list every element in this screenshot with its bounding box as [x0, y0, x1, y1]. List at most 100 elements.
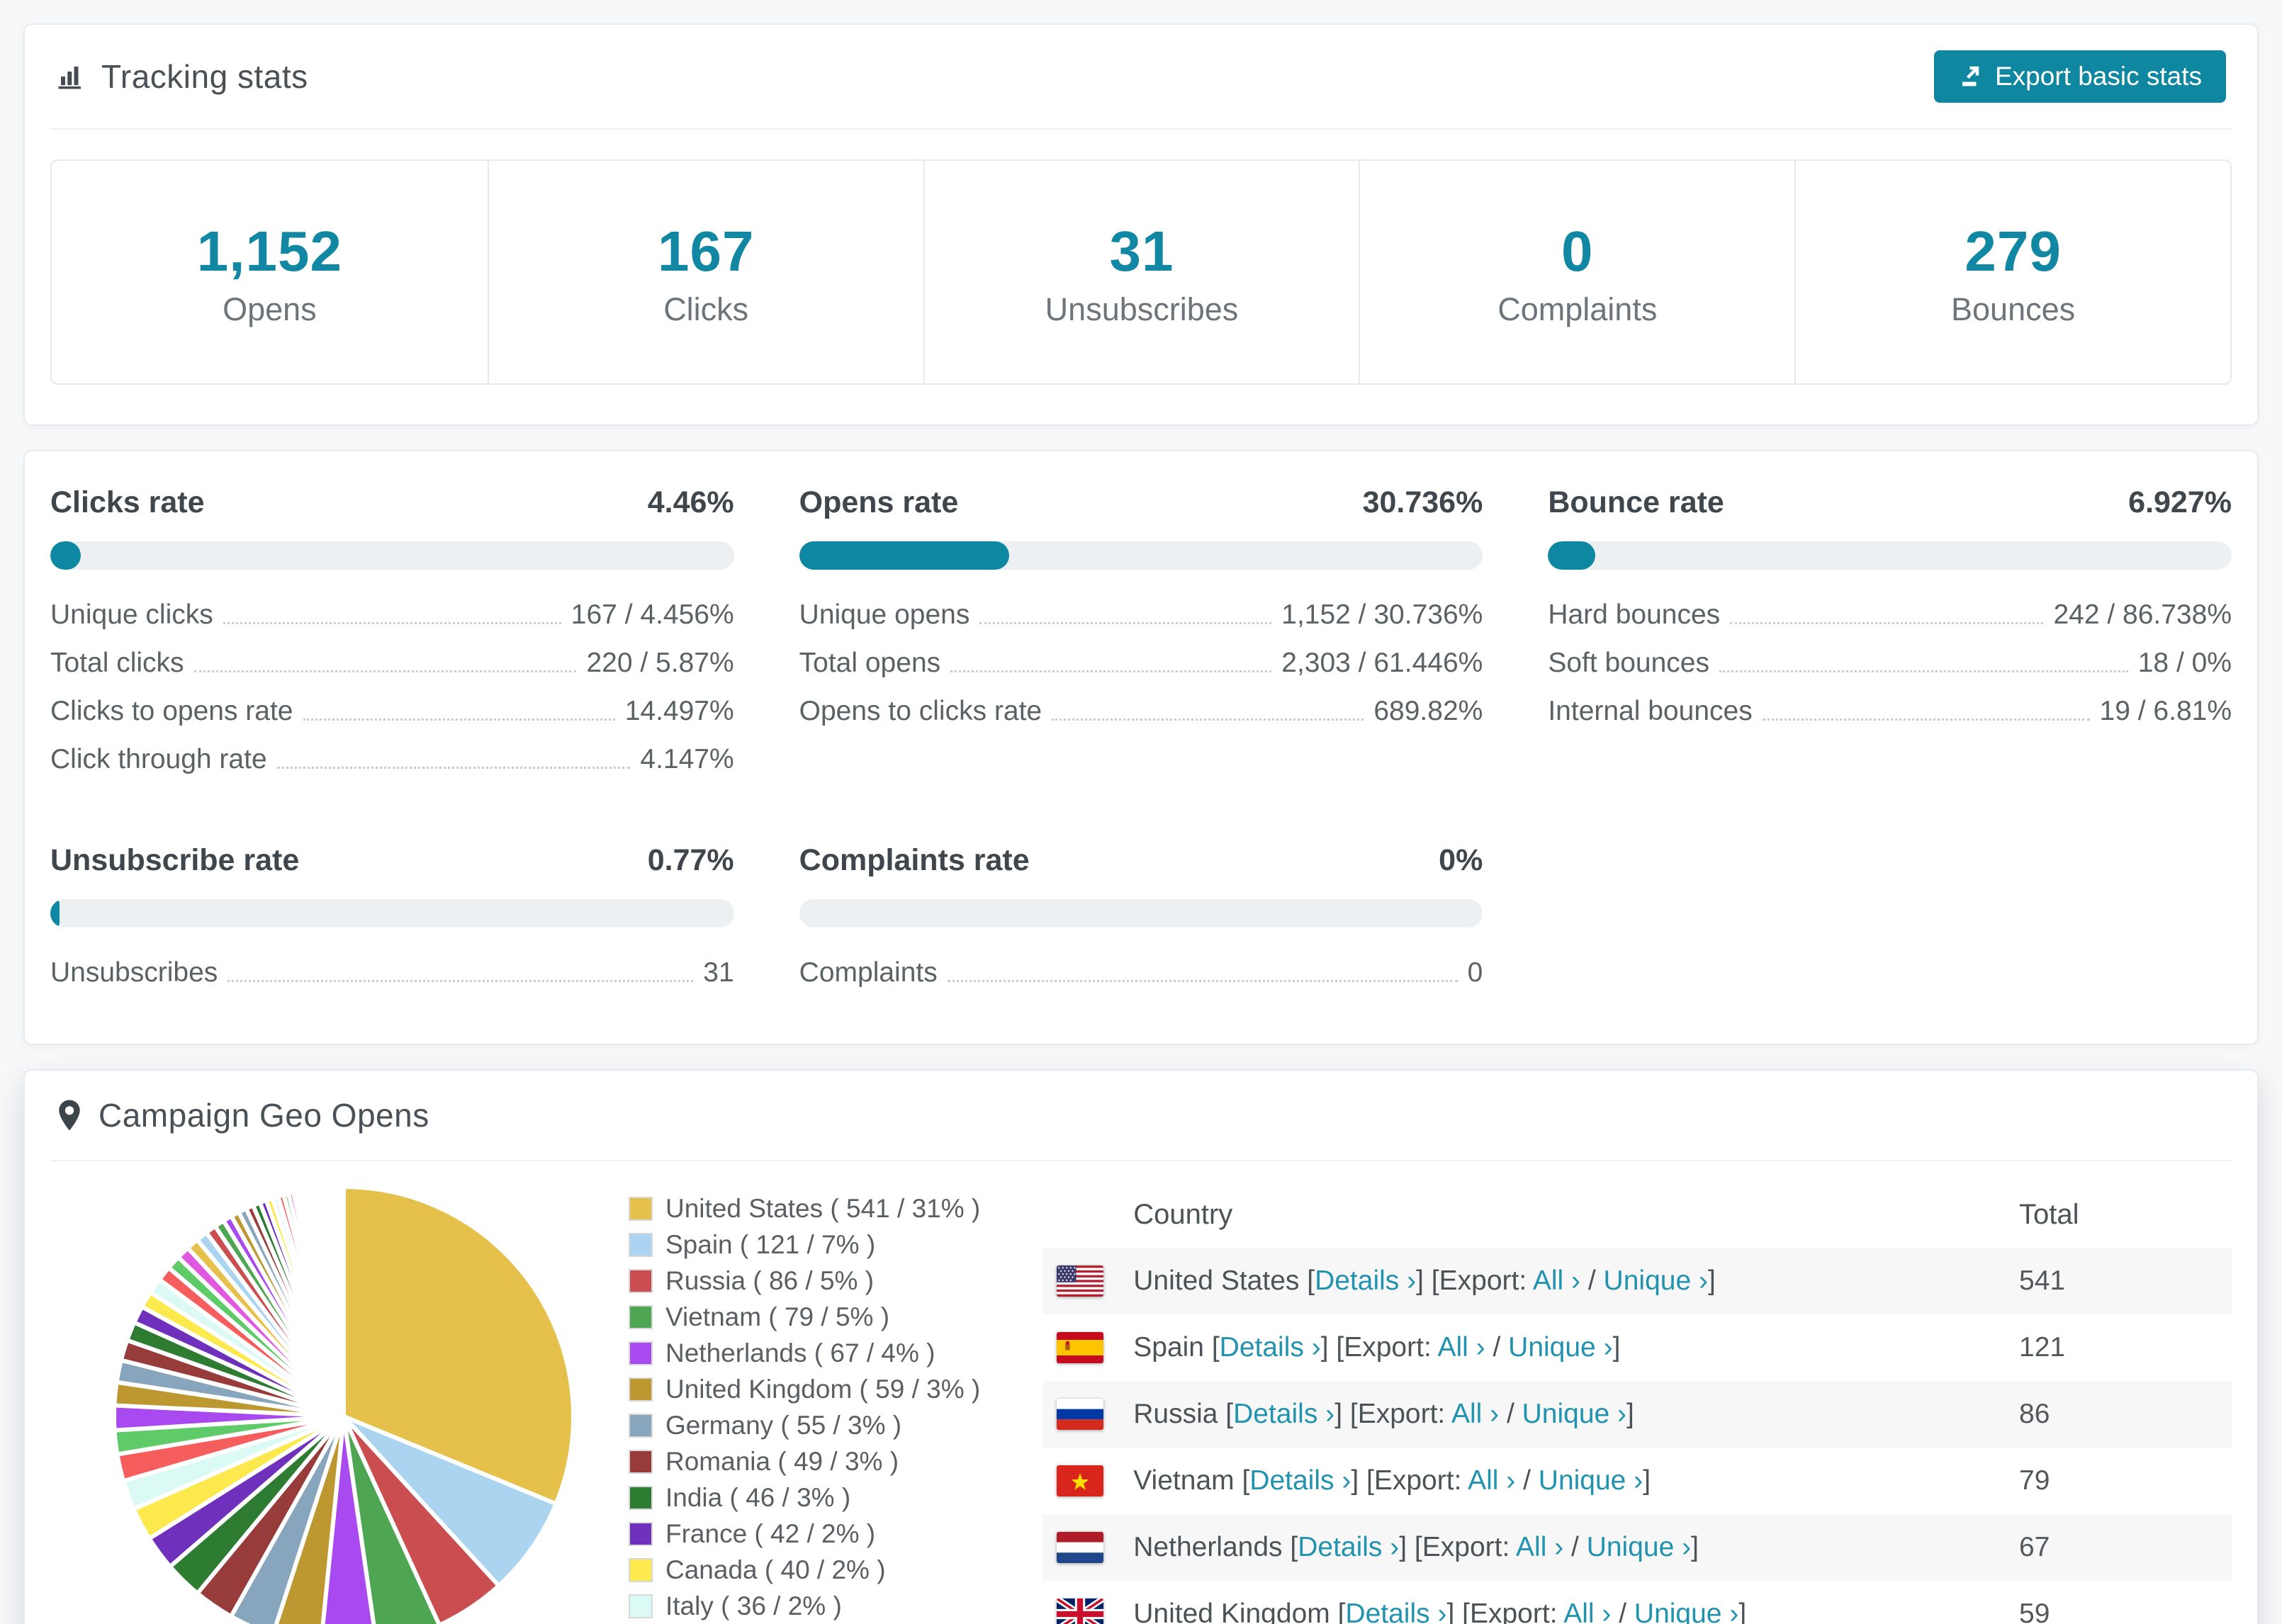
stat-label: Complaints — [1497, 291, 1658, 327]
rate-row-clicks-to-opens-rate: Clicks to opens rate 14.497% — [50, 696, 734, 727]
page-title: Tracking stats — [101, 58, 308, 95]
export-all-link[interactable]: All › — [1437, 1332, 1485, 1363]
rate-row-label: Soft bounces — [1548, 648, 1709, 678]
rates-card: Clicks rate 4.46% Unique clicks 167 / 4.456… — [23, 450, 2259, 1045]
row-text: / — [1485, 1332, 1509, 1363]
legend-label: Canada ( 40 / 2% ) — [665, 1555, 886, 1584]
country-cell: Vietnam [Details ›] [Export: All › / Uni… — [1133, 1465, 2019, 1496]
rate-row-label: Total opens — [799, 648, 941, 678]
legend-swatch — [629, 1486, 653, 1510]
row-text: ] [Export: — [1351, 1465, 1468, 1496]
legend-swatch — [629, 1269, 653, 1293]
dotted-leader — [1052, 718, 1364, 721]
export-unique-link[interactable]: Unique › — [1634, 1598, 1738, 1624]
total-column-header: Total — [2019, 1198, 2079, 1230]
pie-slice-other-52[interactable] — [340, 1184, 346, 1419]
legend-label: France ( 42 / 2% ) — [665, 1519, 876, 1548]
rate-row-value: 220 / 5.87% — [586, 648, 734, 678]
dotted-leader — [303, 718, 615, 721]
pie-legend: United States ( 541 / 31% ) Spain ( 121 /… — [629, 1194, 980, 1624]
geo-table-row-vietnam: Vietnam [Details ›] [Export: All › / Uni… — [1042, 1448, 2232, 1514]
stat-card-unsubscribes: 31 Unsubscribes — [923, 161, 1359, 383]
dotted-leader — [947, 980, 1458, 982]
rate-title: Clicks rate — [50, 485, 205, 519]
row-text: ] [Export: — [1446, 1598, 1564, 1624]
bar-chart-icon — [56, 62, 86, 91]
campaign-geo-opens-card: Campaign Geo Opens United States ( 541 /… — [23, 1069, 2259, 1624]
legend-item-romania: Romania ( 49 / 3% ) — [629, 1447, 980, 1477]
export-all-link[interactable]: All › — [1468, 1465, 1515, 1496]
rate-title: Bounce rate — [1548, 485, 1724, 519]
stat-card-complaints: 0 Complaints — [1359, 161, 1794, 383]
flag-icon-nl — [1042, 1532, 1133, 1563]
export-unique-link[interactable]: Unique › — [1539, 1465, 1643, 1496]
rate-value: 0% — [1439, 843, 1483, 877]
legend-swatch — [629, 1341, 653, 1365]
details-link[interactable]: Details › — [1233, 1399, 1334, 1429]
legend-label: Vietnam ( 79 / 5% ) — [665, 1302, 890, 1331]
export-all-link[interactable]: All › — [1516, 1532, 1563, 1562]
export-all-link[interactable]: All › — [1451, 1399, 1499, 1429]
total-cell: 541 — [2019, 1265, 2066, 1296]
rate-row-total-clicks: Total clicks 220 / 5.87% — [50, 648, 734, 679]
details-link[interactable]: Details › — [1315, 1265, 1416, 1296]
export-unique-link[interactable]: Unique › — [1522, 1399, 1626, 1429]
row-text: United States [ — [1133, 1265, 1315, 1296]
legend-item-spain: Spain ( 121 / 7% ) — [629, 1230, 980, 1260]
details-link[interactable]: Details › — [1220, 1332, 1321, 1363]
rate-row-label: Hard bounces — [1548, 599, 1721, 630]
dotted-leader — [1730, 622, 2044, 624]
legend-label: India ( 46 / 3% ) — [665, 1483, 851, 1512]
legend-label: United Kingdom ( 59 / 3% ) — [665, 1375, 981, 1404]
legend-swatch — [629, 1197, 653, 1221]
flag-icon-es — [1042, 1332, 1133, 1363]
rate-row-label: Total clicks — [50, 648, 184, 678]
rate-block-unsubscribe-rate: Unsubscribe rate 0.77% Unsubscribes 31 — [50, 843, 734, 1005]
stat-label: Bounces — [1951, 291, 2076, 327]
export-unique-link[interactable]: Unique › — [1604, 1265, 1708, 1296]
legend-label: Spain ( 121 / 7% ) — [665, 1230, 876, 1259]
export-basic-stats-button[interactable]: Export basic stats — [1933, 50, 2226, 103]
details-link[interactable]: Details › — [1249, 1465, 1351, 1496]
legend-swatch — [629, 1558, 653, 1582]
country-cell: Spain [Details ›] [Export: All › / Uniqu… — [1133, 1332, 2019, 1363]
total-cell: 67 — [2019, 1532, 2050, 1562]
dotted-leader — [193, 670, 577, 672]
geo-table-header: Country Total — [1042, 1181, 2232, 1248]
legend-label: Netherlands ( 67 / 4% ) — [665, 1338, 935, 1368]
country-cell: United States [Details ›] [Export: All ›… — [1133, 1265, 2019, 1297]
rate-row-label: Click through rate — [50, 744, 267, 774]
rate-row-value: 689.82% — [1373, 696, 1483, 726]
legend-item-france: France ( 42 / 2% ) — [629, 1519, 980, 1549]
rate-row-value: 31 — [703, 957, 734, 988]
rate-row-label: Unique clicks — [50, 599, 213, 630]
legend-item-vietnam: Vietnam ( 79 / 5% ) — [629, 1302, 980, 1332]
stat-summary-row: 1,152 Opens 167 Clicks 31 Unsubscribes 0 Compla… — [50, 159, 2232, 385]
rate-row-value: 18 / 0% — [2137, 648, 2232, 678]
rate-row-label: Internal bounces — [1548, 696, 1753, 726]
rate-row-opens-to-clicks-rate: Opens to clicks rate 689.82% — [799, 696, 1483, 727]
rate-value: 0.77% — [647, 843, 734, 877]
export-all-link[interactable]: All › — [1533, 1265, 1580, 1296]
total-cell: 59 — [2019, 1598, 2050, 1624]
row-text: Netherlands [ — [1133, 1532, 1298, 1562]
export-unique-link[interactable]: Unique › — [1587, 1532, 1691, 1562]
geo-table: Country Total United States [Details ›] … — [1042, 1181, 2232, 1624]
rate-row-value: 4.147% — [640, 744, 734, 774]
dotted-leader — [979, 622, 1272, 624]
details-link[interactable]: Details › — [1345, 1598, 1446, 1624]
rate-progress-bar — [1548, 541, 2232, 570]
rate-progress-fill — [799, 541, 1010, 570]
legend-item-russia: Russia ( 86 / 5% ) — [629, 1266, 980, 1296]
rate-row-value: 19 / 6.81% — [2099, 696, 2232, 726]
rate-row-label: Clicks to opens rate — [50, 696, 293, 726]
export-unique-link[interactable]: Unique › — [1508, 1332, 1612, 1363]
rate-row-value: 167 / 4.456% — [570, 599, 734, 630]
export-all-link[interactable]: All › — [1563, 1598, 1611, 1624]
details-link[interactable]: Details › — [1298, 1532, 1399, 1562]
rate-row-value: 14.497% — [624, 696, 734, 726]
dashboard-page: Tracking stats Export basic stats 1,152 O… — [0, 0, 2282, 1624]
rate-row-value: 1,152 / 30.736% — [1281, 599, 1483, 630]
rate-block-clicks-rate: Clicks rate 4.46% Unique clicks 167 / 4.456… — [50, 485, 734, 792]
rate-row-label: Complaints — [799, 957, 938, 988]
